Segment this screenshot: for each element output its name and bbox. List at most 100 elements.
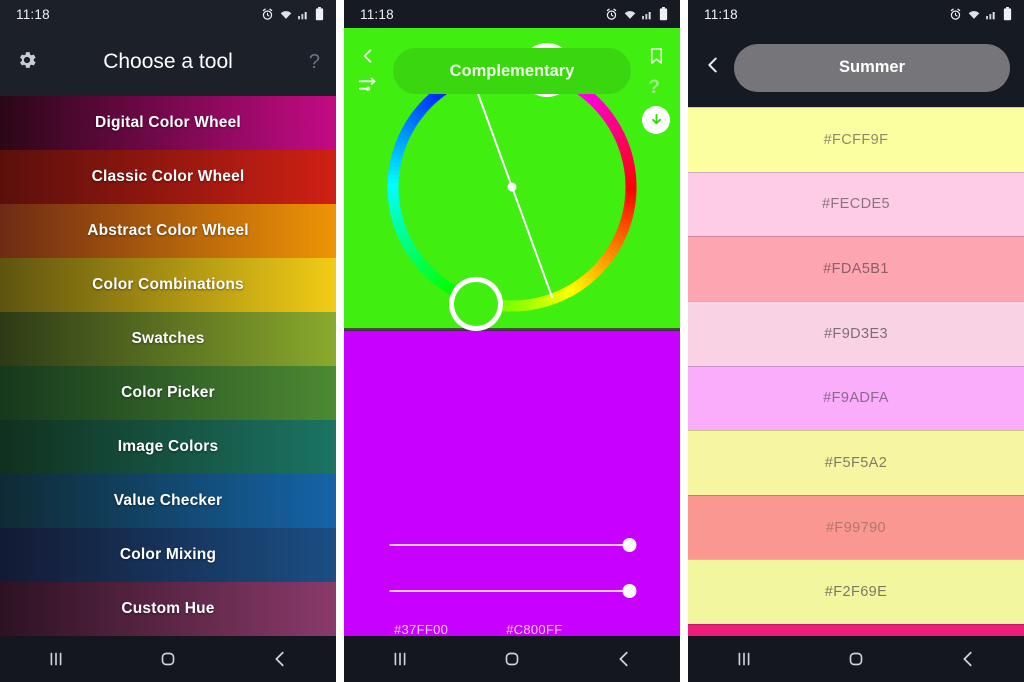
palette-title: Summer (838, 58, 906, 76)
swatch-hex-label: #F9ADFA (823, 390, 889, 407)
swatch-hex-label: #FECDE5 (821, 196, 891, 213)
tool-list-item-label: Classic Color Wheel (91, 168, 245, 185)
scheme-label: Complementary (449, 61, 575, 80)
slider-knob[interactable] (622, 584, 637, 598)
tool-list-item-label: Value Checker (113, 492, 223, 509)
home-button[interactable] (157, 648, 179, 670)
status-bar-icons (261, 7, 324, 21)
panel-divider-2 (680, 0, 688, 682)
wifi-icon (624, 10, 636, 19)
back-icon[interactable] (702, 54, 724, 81)
alarm-icon (262, 8, 273, 20)
download-icon[interactable] (642, 106, 670, 134)
swatch-hex-label: #F2F69E (824, 584, 888, 601)
status-bar: 11:18 (0, 0, 336, 28)
alarm-icon (606, 8, 617, 20)
wheel-center-dot (507, 182, 517, 192)
tool-list-item-label: Abstract Color Wheel (87, 222, 249, 239)
tool-list-item[interactable]: Value Checker (0, 474, 336, 528)
tool-list: Digital Color Wheel Classic Color Wheel Ab… (0, 96, 336, 636)
hex-value-secondary[interactable]: #C800FF (506, 622, 562, 637)
palette-name-pill[interactable]: Summer (734, 43, 1010, 92)
wifi-icon (280, 10, 292, 19)
tool-list-item[interactable]: Color Mixing (0, 528, 336, 582)
status-bar-time: 11:18 (360, 6, 394, 22)
status-bar-icons (949, 7, 1012, 21)
tool-list-item[interactable]: Classic Color Wheel (0, 150, 336, 204)
summer-header: Summer (688, 28, 1024, 107)
recents-button[interactable] (45, 648, 67, 670)
back-button[interactable] (613, 648, 635, 670)
slider-track (389, 544, 635, 546)
slider-knob[interactable] (622, 538, 637, 552)
swatch-hex-label: #F99790 (825, 519, 887, 536)
scheme-toolbar: Complementary ? (344, 28, 680, 134)
android-nav-bar (0, 636, 336, 682)
status-bar-time: 11:18 (16, 6, 50, 22)
recents-button[interactable] (389, 648, 411, 670)
phone-screen-summer-palette: 11:18 Summer #FCFF9F #FECDE5 #FDA5B1 #F9… (688, 0, 1024, 682)
home-button[interactable] (845, 648, 867, 670)
swatch-list: #FCFF9F #FECDE5 #FDA5B1 #F9D3E3 #F9ADFA #F5F5… (688, 107, 1024, 636)
tool-list-item[interactable]: Color Picker (0, 366, 336, 420)
battery-icon (1003, 7, 1012, 21)
tool-list-item[interactable]: Custom Hue (0, 582, 336, 636)
hex-value-primary[interactable]: #37FF00 (394, 622, 448, 637)
battery-icon (315, 7, 324, 21)
bookmark-icon[interactable] (647, 45, 666, 72)
choose-tool-header: Choose a tool ? (0, 28, 336, 96)
swatch-hex-label: #FCFF9F (823, 131, 889, 148)
swatch-hex-label: #F9D3E3 (823, 325, 889, 342)
color-wheel-body: Complementary ? #37FF00 #C800FF (344, 28, 680, 637)
swatch-row[interactable]: #FCFF9F (688, 107, 1024, 172)
recents-button[interactable] (733, 648, 755, 670)
swatch-row[interactable]: #F2F69E (688, 559, 1024, 624)
swatch-row[interactable]: #F5F5A2 (688, 430, 1024, 495)
swatch-row[interactable]: #F99790 (688, 494, 1024, 560)
swatch-hex-label: #FDA5B1 (823, 261, 889, 278)
screenshot-root: 11:18 Choose a tool ? Digital Color Whee… (0, 0, 1024, 682)
panel-divider-1 (336, 0, 344, 682)
tool-list-item[interactable]: Swatches (0, 312, 336, 366)
back-icon[interactable] (358, 46, 378, 71)
battery-icon (659, 7, 668, 21)
status-bar: 11:18 (344, 0, 680, 28)
swatch-row-partial[interactable] (688, 624, 1024, 636)
help-icon[interactable]: ? (648, 77, 660, 99)
help-icon[interactable]: ? (309, 51, 320, 74)
swatch-row[interactable]: #FECDE5 (688, 171, 1024, 237)
signal-icon (986, 12, 995, 20)
hex-value-row: #37FF00 #C800FF (344, 622, 680, 637)
tool-list-item-label: Digital Color Wheel (95, 114, 241, 131)
page-title: Choose a tool (103, 50, 233, 73)
signal-icon (298, 12, 307, 20)
swatch-row[interactable]: #FDA5B1 (688, 236, 1024, 301)
tool-list-item[interactable]: Color Combinations (0, 258, 336, 312)
swatch-row[interactable]: #F9D3E3 (688, 300, 1024, 366)
status-bar: 11:18 (688, 0, 1024, 28)
tool-list-item-label: Custom Hue (121, 600, 215, 617)
tool-list-item[interactable]: Abstract Color Wheel (0, 204, 336, 258)
swatch-row[interactable]: #F9ADFA (688, 365, 1024, 431)
android-nav-bar (688, 636, 1024, 682)
tool-list-item[interactable]: Image Colors (0, 420, 336, 474)
home-button[interactable] (501, 648, 523, 670)
scheme-selector-pill[interactable]: Complementary (393, 48, 631, 94)
phone-screen-choose-tool: 11:18 Choose a tool ? Digital Color Whee… (0, 0, 336, 682)
slider-saturation[interactable] (389, 536, 637, 554)
handle-secondary (454, 282, 498, 326)
gear-icon[interactable] (16, 49, 38, 76)
phone-screen-complementary: 11:18 Complementary ? #37FF00 #C800FF (344, 0, 680, 682)
tool-list-item-label: Image Colors (117, 438, 219, 455)
tool-list-item-label: Color Mixing (119, 546, 217, 563)
wifi-icon (968, 10, 980, 19)
slider-track (389, 590, 635, 592)
back-button[interactable] (269, 648, 291, 670)
slider-brightness[interactable] (389, 582, 637, 600)
swatch-hex-label: #F5F5A2 (824, 454, 888, 471)
back-button[interactable] (957, 648, 979, 670)
android-nav-bar (344, 636, 680, 682)
status-bar-icons (605, 7, 668, 21)
tool-list-item[interactable]: Digital Color Wheel (0, 96, 336, 150)
tune-icon[interactable] (357, 74, 379, 101)
